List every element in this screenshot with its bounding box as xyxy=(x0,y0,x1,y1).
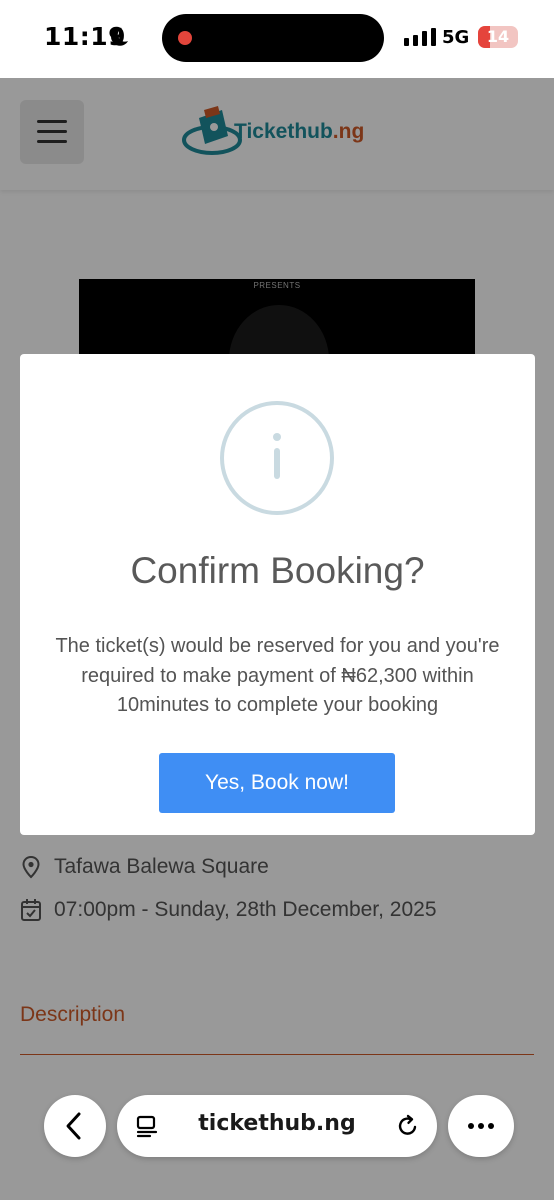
book-now-button[interactable]: Yes, Book now! xyxy=(159,753,395,813)
dialog-message: The ticket(s) would be reserved for you … xyxy=(55,635,500,716)
more-button[interactable] xyxy=(448,1095,514,1157)
reload-icon[interactable] xyxy=(395,1113,421,1139)
recording-indicator xyxy=(178,31,192,45)
more-icon xyxy=(468,1123,494,1129)
battery-icon: 14 xyxy=(478,26,518,48)
info-icon-dot xyxy=(273,433,281,441)
signal-icon xyxy=(404,28,436,46)
info-icon-stem xyxy=(274,448,280,479)
battery-level: 14 xyxy=(486,27,510,46)
network-label: 5G xyxy=(442,27,470,48)
address-bar[interactable]: tickethub.ng xyxy=(117,1095,437,1157)
reader-icon[interactable] xyxy=(135,1114,159,1138)
url-text[interactable]: tickethub.ng xyxy=(169,1111,385,1136)
dynamic-island xyxy=(162,14,384,62)
dialog-title: Confirm Booking? xyxy=(130,550,425,591)
info-icon xyxy=(220,401,334,515)
moon-icon xyxy=(111,27,128,46)
status-bar: 11:19 5G 14 xyxy=(0,0,554,78)
back-icon xyxy=(66,1112,81,1140)
browser-toolbar: tickethub.ng xyxy=(0,1080,554,1170)
confirm-booking-dialog: Confirm Booking? The ticket(s) would be … xyxy=(20,354,535,835)
back-button[interactable] xyxy=(44,1095,106,1157)
